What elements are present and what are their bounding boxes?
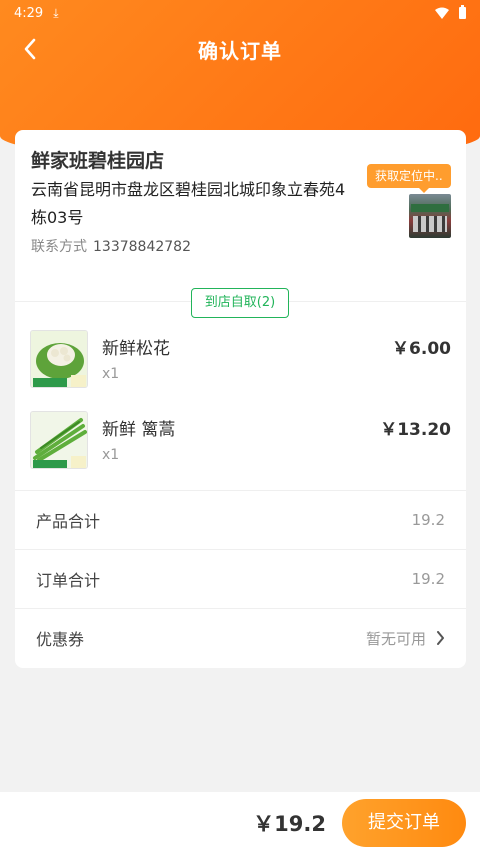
asparagus-image (30, 411, 88, 469)
order-total-amount: ￥19.2 (253, 812, 326, 836)
order-total-row: 订单合计 19.2 (15, 549, 466, 608)
coupon-row[interactable]: 优惠券 暂无可用 (15, 608, 466, 667)
list-item: 新鲜松花 x1 ￥6.00 (30, 330, 451, 390)
cauliflower-image (30, 330, 88, 388)
order-total-value: 19.2 (411, 570, 445, 588)
store-photo[interactable] (409, 194, 451, 238)
battery-icon (459, 5, 466, 19)
list-item: 新鲜 篱蒿 x1 ￥13.20 (30, 411, 451, 471)
product-total-value: 19.2 (411, 511, 445, 529)
chevron-right-icon (437, 631, 444, 645)
store-address: 云南省昆明市盘龙区碧桂园北城印象立春苑4栋03号 (31, 180, 346, 227)
item-qty: x1 (102, 366, 120, 382)
order-card: 鲜家班碧桂园店 云南省昆明市盘龙区碧桂园北城印象立春苑4栋03号 联系方式 133… (15, 130, 466, 668)
location-badge: 获取定位中.. (367, 164, 451, 193)
store-phone[interactable]: 13378842782 (93, 239, 191, 255)
title-bar: 确认订单 (0, 26, 480, 72)
item-name: 新鲜 篱蒿 (102, 420, 176, 440)
coupon-value: 暂无可用 (365, 629, 426, 648)
store-name: 鲜家班碧桂园店 (31, 150, 165, 172)
wifi-icon (435, 7, 449, 19)
store-info: 鲜家班碧桂园店 云南省昆明市盘龙区碧桂园北城印象立春苑4栋03号 联系方式 133… (15, 130, 466, 302)
item-price: ￥6.00 (392, 339, 451, 359)
bottom-bar: ￥19.2 提交订单 (0, 792, 480, 854)
item-qty: x1 (102, 447, 120, 463)
order-total-label: 订单合计 (36, 571, 101, 590)
status-time: 4:29 (14, 5, 44, 21)
page-title: 确认订单 (198, 38, 282, 63)
coupon-label: 优惠券 (36, 630, 85, 649)
download-icon: ⤓ (53, 5, 59, 20)
submit-order-button[interactable]: 提交订单 (342, 799, 466, 847)
back-button[interactable] (12, 30, 48, 68)
contact-label: 联系方式 (31, 239, 87, 255)
product-total-label: 产品合计 (36, 512, 101, 531)
chevron-left-icon (24, 38, 36, 60)
item-price: ￥13.20 (380, 420, 451, 440)
store-contact: 联系方式 13378842782 (31, 236, 191, 256)
status-bar: 4:29 ⤓ (0, 0, 480, 26)
product-total-row: 产品合计 19.2 (15, 490, 466, 549)
item-name: 新鲜松花 (102, 339, 170, 359)
pickup-tag: 到店自取(2) (191, 288, 289, 318)
